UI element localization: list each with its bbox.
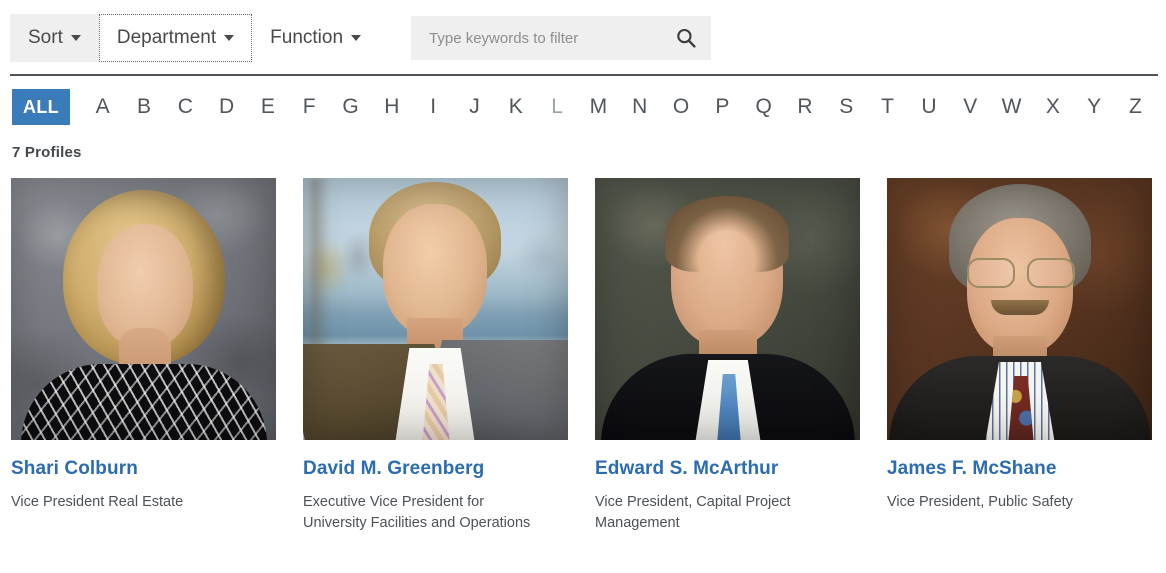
alpha-filter-l[interactable]: L <box>536 89 577 125</box>
search-icon[interactable] <box>675 27 697 49</box>
alpha-filter-c[interactable]: C <box>165 89 206 125</box>
sort-dropdown-label: Sort <box>28 27 63 48</box>
alpha-filter-q[interactable]: Q <box>743 89 784 125</box>
alpha-filter-all[interactable]: ALL <box>12 89 70 125</box>
sort-dropdown-button[interactable]: Sort <box>10 14 99 62</box>
photo-vignette <box>887 178 1152 440</box>
search-input[interactable] <box>427 28 676 48</box>
profile-card: Shari Colburn Vice President Real Estate <box>11 178 276 534</box>
profile-photo-shari-colburn[interactable] <box>11 178 276 440</box>
function-dropdown-button[interactable]: Function <box>252 14 379 62</box>
profile-name-link[interactable]: Shari Colburn <box>11 458 276 480</box>
profile-card: James F. McShane Vice President, Public … <box>887 178 1152 534</box>
profile-photo-edward-s-mcarthur[interactable] <box>595 178 860 440</box>
profile-title: Vice President, Capital Project Manageme… <box>595 493 791 531</box>
profile-title: Vice President, Public Safety <box>887 493 1073 510</box>
photo-vignette <box>11 178 276 440</box>
profile-title: Executive Vice President for University … <box>303 493 531 531</box>
alpha-filter-g[interactable]: G <box>330 89 371 125</box>
profile-card: David M. Greenberg Executive Vice Presid… <box>303 178 568 534</box>
alpha-filter-v[interactable]: V <box>950 89 991 125</box>
filter-toolbar: Sort Department Function <box>0 0 1166 76</box>
chevron-down-icon <box>70 35 81 41</box>
profile-title: Vice President Real Estate <box>11 493 184 510</box>
alphabet-filter: ALL A B C D E F G H I J K L M N O P Q R … <box>0 76 1166 125</box>
alpha-filter-f[interactable]: F <box>289 89 330 125</box>
search-box[interactable] <box>411 16 712 60</box>
alpha-filter-u[interactable]: U <box>908 89 949 125</box>
alpha-filter-j[interactable]: J <box>454 89 495 125</box>
profile-name-link[interactable]: James F. McShane <box>887 458 1152 480</box>
profile-grid: Shari Colburn Vice President Real Estate… <box>0 161 1166 534</box>
filter-toolbar-inner: Sort Department Function <box>10 14 712 62</box>
alpha-filter-s[interactable]: S <box>826 89 867 125</box>
alpha-filter-h[interactable]: H <box>371 89 412 125</box>
profile-name-link[interactable]: David M. Greenberg <box>303 458 568 480</box>
department-dropdown-label: Department <box>116 27 217 48</box>
alpha-filter-o[interactable]: O <box>660 89 701 125</box>
alpha-filter-x[interactable]: X <box>1032 89 1073 125</box>
toolbar-divider <box>10 74 1158 76</box>
alpha-filter-t[interactable]: T <box>867 89 908 125</box>
alpha-filter-z[interactable]: Z <box>1115 89 1156 125</box>
profile-photo-james-f-mcshane[interactable] <box>887 178 1152 440</box>
chevron-down-icon <box>224 35 235 41</box>
alpha-filter-y[interactable]: Y <box>1074 89 1115 125</box>
alpha-filter-e[interactable]: E <box>247 89 288 125</box>
alpha-filter-w[interactable]: W <box>991 89 1032 125</box>
profile-count: 7 Profiles <box>12 144 82 161</box>
alpha-filter-p[interactable]: P <box>702 89 743 125</box>
alpha-filter-i[interactable]: I <box>413 89 454 125</box>
photo-vignette <box>303 178 568 440</box>
photo-vignette <box>595 178 860 440</box>
profile-photo-david-m-greenberg[interactable] <box>303 178 568 440</box>
profile-name-link[interactable]: Edward S. McArthur <box>595 458 860 480</box>
alpha-filter-b[interactable]: B <box>123 89 164 125</box>
alpha-filter-n[interactable]: N <box>619 89 660 125</box>
chevron-down-icon <box>351 35 362 41</box>
alpha-filter-a[interactable]: A <box>82 89 123 125</box>
function-dropdown-label: Function <box>270 27 344 48</box>
alpha-filter-m[interactable]: M <box>578 89 619 125</box>
department-dropdown-button[interactable]: Department <box>98 14 253 62</box>
alpha-filter-k[interactable]: K <box>495 89 536 125</box>
alpha-filter-d[interactable]: D <box>206 89 247 125</box>
profile-card: Edward S. McArthur Vice President, Capit… <box>595 178 860 534</box>
alpha-filter-r[interactable]: R <box>784 89 825 125</box>
